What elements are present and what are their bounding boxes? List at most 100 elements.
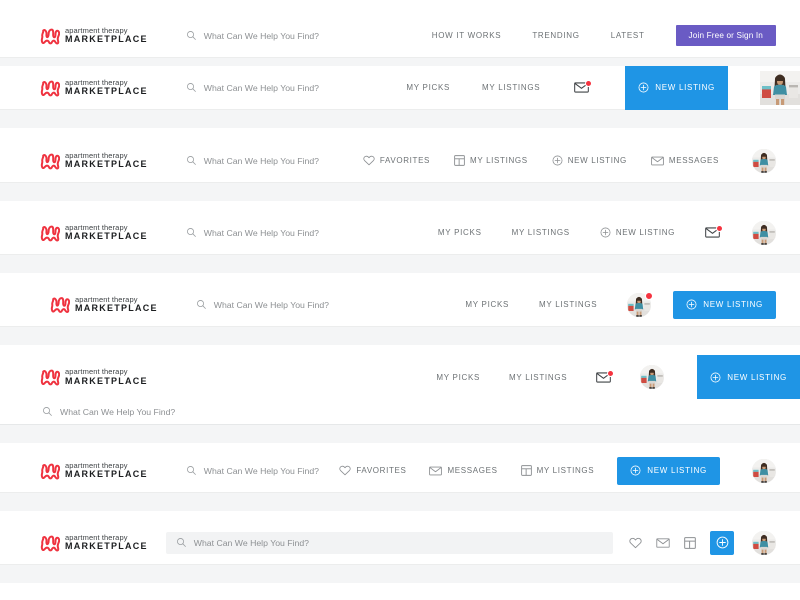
nav-my-listings[interactable]: MY LISTINGS <box>509 373 567 382</box>
squiggle-blob-logo-icon <box>50 296 70 314</box>
plus-circle-icon <box>686 299 697 310</box>
search-field[interactable]: What Can We Help You Find? <box>186 227 319 238</box>
nav-new-listing-label: NEW LISTING <box>615 228 675 237</box>
search-field[interactable]: What Can We Help You Find? <box>186 465 319 476</box>
user-avatar[interactable] <box>760 70 800 105</box>
search-field[interactable]: What Can We Help You Find? <box>196 299 329 310</box>
header-variant-7: apartment therapy MARKETPLACE What Can W… <box>0 449 800 511</box>
squiggle-blob-logo-icon <box>40 224 60 242</box>
search-icon <box>196 299 207 310</box>
nav-messages[interactable]: MESSAGES <box>429 466 497 476</box>
primary-nav: MY PICKS MY LISTINGS NEW LISTING <box>406 65 800 110</box>
header-variant-4: apartment therapy MARKETPLACE What Can W… <box>0 211 800 273</box>
header-variant-3: apartment therapy MARKETPLACE What Can W… <box>0 139 800 201</box>
nav-latest[interactable]: LATEST <box>611 31 645 40</box>
brand-logo[interactable]: apartment therapy MARKETPLACE <box>40 27 148 45</box>
squiggle-blob-logo-icon <box>40 79 60 97</box>
heart-icon <box>339 465 351 476</box>
user-avatar-button[interactable] <box>627 291 654 317</box>
envelope-icon <box>429 466 442 476</box>
nav-my-listings[interactable]: MY LISTINGS <box>539 300 597 309</box>
new-listing-icon-button[interactable] <box>710 530 734 555</box>
messages-unread-badge <box>716 225 723 232</box>
nav-my-listings[interactable]: MY LISTINGS <box>482 83 540 92</box>
content-band <box>0 425 800 443</box>
search-field[interactable]: What Can We Help You Find? <box>186 30 319 41</box>
new-listing-button[interactable]: NEW LISTING <box>625 65 728 110</box>
search-placeholder: What Can We Help You Find? <box>60 406 176 417</box>
new-listing-label: NEW LISTING <box>655 83 715 92</box>
nav-my-listings[interactable]: MY LISTINGS <box>512 228 570 237</box>
nav-my-listings-label: MY LISTINGS <box>470 156 528 165</box>
plus-circle-icon <box>630 465 641 476</box>
messages-icon-button[interactable] <box>596 369 615 383</box>
search-placeholder: What Can We Help You Find? <box>203 30 320 41</box>
header-variant-8: apartment therapy MARKETPLACE What Can W… <box>0 521 800 583</box>
nav-how-it-works[interactable]: HOW IT WORKS <box>432 31 502 40</box>
search-field[interactable]: What Can We Help You Find? <box>186 155 319 166</box>
nav-messages[interactable]: MESSAGES <box>651 156 719 166</box>
user-avatar[interactable] <box>752 220 776 245</box>
messages-icon-button[interactable] <box>574 80 593 93</box>
primary-nav: HOW IT WORKS TRENDING LATEST Join Free o… <box>432 25 776 46</box>
search-icon <box>176 537 187 548</box>
search-field[interactable]: What Can We Help You Find? <box>0 399 800 425</box>
nav-trending[interactable]: TRENDING <box>532 31 579 40</box>
brand-logo[interactable]: apartment therapy MARKETPLACE <box>40 79 148 97</box>
brand-line-2: MARKETPLACE <box>65 34 148 45</box>
brand-line-1: apartment therapy <box>65 367 128 377</box>
content-band <box>0 327 800 345</box>
primary-nav: MY PICKS MY LISTINGS NEW LISTING <box>465 290 776 319</box>
primary-nav: FAVORITES MY LISTINGS NEW LISTING MESSAG… <box>363 148 776 173</box>
brand-logo[interactable]: apartment therapy MARKETPLACE <box>40 534 148 552</box>
new-listing-button[interactable]: NEW LISTING <box>697 355 800 399</box>
nav-new-listing[interactable]: NEW LISTING <box>600 227 675 238</box>
heart-icon <box>629 537 642 549</box>
search-placeholder: What Can We Help You Find? <box>193 537 310 548</box>
nav-my-picks[interactable]: MY PICKS <box>465 300 509 309</box>
favorites-icon-button[interactable] <box>629 537 642 549</box>
nav-new-listing[interactable]: NEW LISTING <box>552 155 627 166</box>
nav-my-picks[interactable]: MY PICKS <box>436 373 480 382</box>
content-band <box>0 183 800 201</box>
brand-logo[interactable]: apartment therapy MARKETPLACE <box>40 152 148 170</box>
avatar-notification-badge <box>645 291 654 300</box>
primary-nav: FAVORITES MESSAGES MY LISTINGS NEW LISTI… <box>339 456 776 485</box>
my-listings-icon-button[interactable] <box>684 537 696 549</box>
brand-line-2: MARKETPLACE <box>65 231 148 242</box>
new-listing-button[interactable]: NEW LISTING <box>617 456 720 485</box>
brand-logo[interactable]: apartment therapy MARKETPLACE <box>50 296 158 314</box>
search-field[interactable]: What Can We Help You Find? <box>186 82 319 93</box>
nav-my-picks[interactable]: MY PICKS <box>438 228 482 237</box>
brand-logo[interactable]: apartment therapy MARKETPLACE <box>40 224 148 242</box>
user-avatar[interactable] <box>640 365 665 389</box>
nav-my-picks[interactable]: MY PICKS <box>406 83 450 92</box>
search-icon <box>186 155 197 166</box>
join-free-or-sign-in-button[interactable]: Join Free or Sign In <box>675 25 776 46</box>
messages-icon-button[interactable] <box>656 538 670 548</box>
nav-messages-label: MESSAGES <box>447 466 498 475</box>
brand-line-1: apartment therapy <box>65 532 128 542</box>
brand-line-1: apartment therapy <box>65 77 128 87</box>
nav-messages-label: MESSAGES <box>668 156 719 165</box>
brand-logo[interactable]: apartment therapy MARKETPLACE <box>40 368 148 386</box>
search-input[interactable]: What Can We Help You Find? <box>165 531 613 554</box>
messages-icon-button[interactable] <box>705 225 723 238</box>
nav-my-listings[interactable]: MY LISTINGS <box>521 465 595 476</box>
search-icon <box>186 465 197 476</box>
brand-line-2: MARKETPLACE <box>75 303 158 314</box>
search-icon <box>186 227 197 238</box>
squiggle-blob-logo-icon <box>40 534 60 552</box>
brand-logo[interactable]: apartment therapy MARKETPLACE <box>40 462 148 480</box>
nav-favorites[interactable]: FAVORITES <box>339 465 406 476</box>
user-avatar[interactable] <box>752 148 776 173</box>
user-avatar[interactable] <box>752 530 776 555</box>
user-avatar[interactable] <box>752 458 776 483</box>
new-listing-button[interactable]: NEW LISTING <box>673 290 776 319</box>
envelope-icon <box>656 538 670 548</box>
nav-my-listings[interactable]: MY LISTINGS <box>454 155 528 166</box>
search-icon <box>186 30 197 41</box>
primary-nav <box>629 530 776 555</box>
nav-favorites[interactable]: FAVORITES <box>363 155 430 166</box>
brand-line-2: MARKETPLACE <box>65 86 148 97</box>
